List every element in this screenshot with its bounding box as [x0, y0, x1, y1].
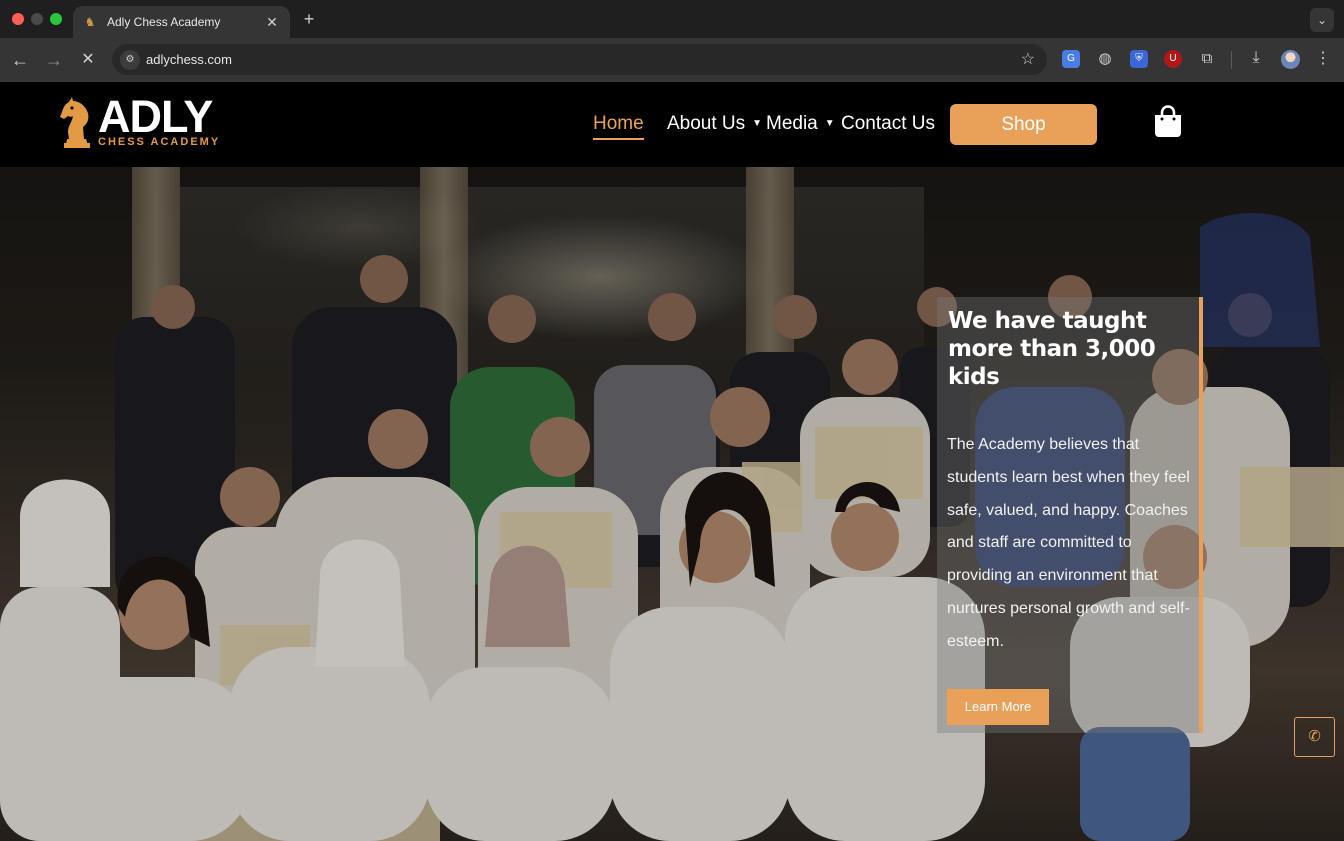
nav-media-label: Media	[766, 113, 818, 134]
download-icon[interactable]: ⤓	[1247, 49, 1265, 67]
shopping-bag-icon[interactable]	[1153, 105, 1183, 138]
browser-menu-icon[interactable]: ⋮	[1315, 48, 1331, 68]
toolbar-divider	[1231, 51, 1232, 69]
window-maximize-button[interactable]	[50, 13, 62, 25]
window-close-button[interactable]	[12, 13, 24, 25]
shop-button[interactable]: Shop	[950, 104, 1097, 145]
translate-extension-icon[interactable]: G	[1062, 50, 1080, 68]
ublock-extension-icon[interactable]: U	[1164, 50, 1182, 68]
back-arrow-icon[interactable]: ←	[9, 49, 31, 71]
bookmark-star-icon[interactable]: ☆	[1021, 49, 1035, 69]
site-header: ADLY CHESS ACADEMY Home About Us ▼ Media ▼…	[0, 82, 1344, 167]
window-minimize-button[interactable]	[31, 13, 43, 25]
tab-search-chevron-icon[interactable]: ⌄	[1310, 8, 1334, 32]
phone-call-button[interactable]: ✆	[1294, 717, 1335, 757]
nav-about-label: About Us	[667, 113, 746, 134]
stop-loading-icon[interactable]: ✕	[77, 49, 99, 71]
browser-toolbar: ← → ✕ ⚙ adlychess.com ☆ G ◍ ⛨ U ⧉ ⤓ ⋮	[0, 38, 1344, 82]
forward-arrow-icon[interactable]: →	[43, 49, 65, 71]
site-info-icon[interactable]: ⚙	[120, 50, 140, 70]
chess-knight-logo-icon	[60, 97, 90, 148]
caret-down-icon: ▼	[824, 118, 835, 129]
shield-extension-icon[interactable]: ⛨	[1130, 50, 1148, 68]
tab-title: Adly Chess Academy	[107, 15, 221, 29]
globe-extension-icon[interactable]: ◍	[1096, 50, 1114, 68]
profile-avatar[interactable]	[1281, 50, 1300, 69]
nav-home-label: Home	[593, 113, 644, 134]
hero-card-accent-bar	[1199, 297, 1203, 733]
address-bar[interactable]: ⚙ adlychess.com ☆	[112, 44, 1047, 75]
browser-tab-bar: ♞ Adly Chess Academy ✕ + ⌄	[0, 0, 1344, 38]
nav-home-link[interactable]: Home	[593, 113, 644, 140]
logo-subtitle: CHESS ACADEMY	[98, 136, 221, 148]
hero-description: The Academy believes that students learn…	[947, 436, 1190, 650]
hero-title: We have taught more than 3,000 kids	[948, 308, 1156, 390]
nav-media-link[interactable]: Media ▼	[766, 113, 835, 135]
browser-tab[interactable]: ♞ Adly Chess Academy ✕	[73, 6, 290, 38]
new-tab-button[interactable]: +	[300, 9, 318, 30]
chess-knight-favicon-icon: ♞	[84, 15, 96, 29]
extensions-puzzle-icon[interactable]: ⧉	[1198, 50, 1216, 68]
phone-icon: ✆	[1308, 728, 1321, 745]
nav-about-link[interactable]: About Us ▼	[667, 113, 762, 135]
tab-close-icon[interactable]: ✕	[264, 14, 280, 31]
caret-down-icon: ▼	[752, 118, 763, 129]
nav-contact-label: Contact Us	[841, 113, 935, 134]
hero-section: We have taught more than 3,000 kids The …	[0, 167, 1344, 841]
adly-logo[interactable]: ADLY CHESS ACADEMY	[58, 91, 223, 151]
url-text[interactable]: adlychess.com	[146, 52, 232, 67]
nav-contact-link[interactable]: Contact Us	[841, 113, 935, 135]
learn-more-button[interactable]: Learn More	[947, 689, 1049, 725]
